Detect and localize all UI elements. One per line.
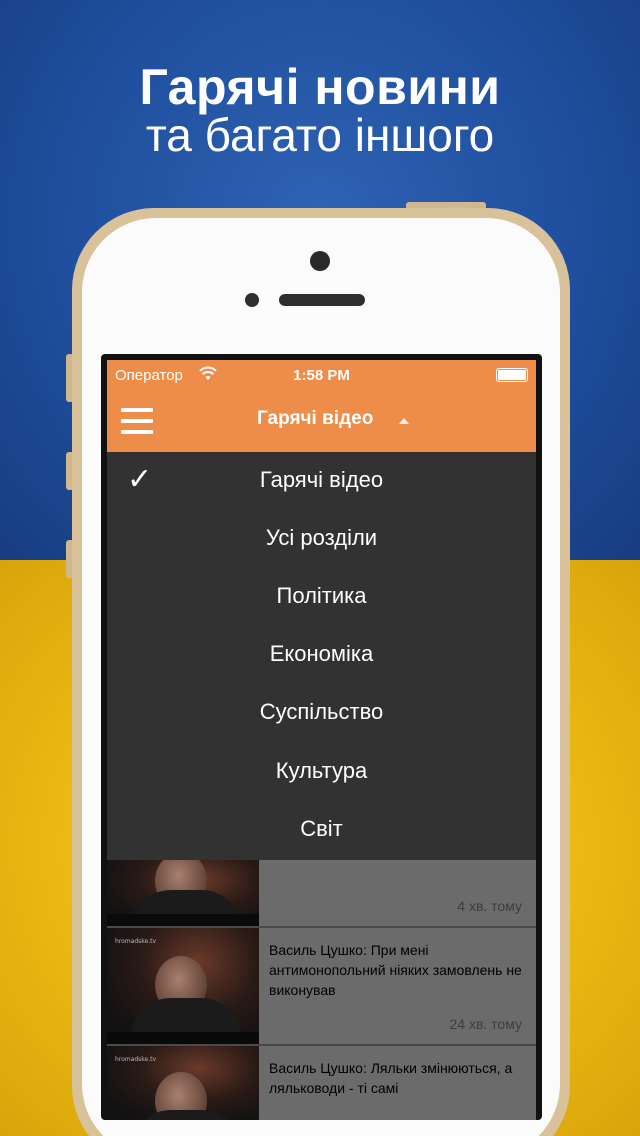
dropdown-item-all-sections[interactable]: Усі розділи: [107, 510, 536, 568]
dropdown-item-label: Суспільство: [259, 699, 384, 724]
list-item-time: 4 хв. тому: [457, 898, 522, 914]
dropdown-item-economy[interactable]: Економіка: [107, 626, 536, 684]
dropdown-item-culture[interactable]: Культура: [107, 743, 536, 801]
status-bar: Оператор 1:58 PM: [107, 360, 536, 390]
proximity-sensor: [245, 293, 259, 307]
phone-screen: Оператор 1:58 PM Гарячі відео ✓ Гарячі в…: [101, 354, 542, 1120]
list-item-title: Василь Цушко: Ляльки змінюються, а ляльк…: [269, 1060, 513, 1096]
battery-icon: [496, 368, 528, 382]
category-dropdown: ✓ Гарячі відео Усі розділи Політика Екон…: [107, 452, 536, 860]
dropdown-item-politics[interactable]: Політика: [107, 568, 536, 626]
list-item-time: 24 хв. тому: [449, 1016, 522, 1032]
nav-title[interactable]: Гарячі відео: [257, 408, 373, 430]
list-item[interactable]: 4 хв. тому: [107, 860, 536, 926]
chevron-up-icon[interactable]: [399, 418, 409, 424]
app-screen: Оператор 1:58 PM Гарячі відео ✓ Гарячі в…: [107, 360, 536, 1120]
list-item[interactable]: hromadske.tv Василь Цушко: При мені анти…: [107, 928, 536, 1044]
dropdown-item-label: Культура: [275, 758, 368, 783]
dropdown-item-label: Світ: [300, 816, 343, 841]
dropdown-item-label: Економіка: [269, 641, 374, 666]
news-feed: 4 хв. тому hromadske.tv Василь Цушко: Пр…: [107, 860, 536, 1120]
dropdown-item-label: Політика: [276, 583, 367, 608]
dropdown-item-world[interactable]: Світ: [107, 801, 536, 859]
video-thumbnail: hromadske.tv: [107, 1046, 259, 1120]
nav-bar: Гарячі відео: [107, 390, 536, 452]
list-item[interactable]: hromadske.tv Василь Цушко: Ляльки змінюю…: [107, 1046, 536, 1120]
video-thumbnail: [107, 860, 259, 926]
dropdown-item-society[interactable]: Суспільство: [107, 684, 536, 742]
dropdown-item-label: Гарячі відео: [259, 467, 384, 492]
dropdown-item-hot-video[interactable]: ✓ Гарячі відео: [107, 452, 536, 510]
front-camera: [310, 251, 330, 271]
status-time: 1:58 PM: [293, 367, 350, 384]
promo-subheadline: та багато іншого: [145, 109, 495, 161]
earpiece-speaker: [279, 294, 365, 306]
list-item-title: Василь Цушко: При мені антимонопольний н…: [269, 942, 522, 998]
dropdown-item-label: Усі розділи: [265, 525, 378, 550]
video-thumbnail: hromadske.tv: [107, 928, 259, 1044]
hamburger-menu-icon[interactable]: [121, 408, 153, 434]
